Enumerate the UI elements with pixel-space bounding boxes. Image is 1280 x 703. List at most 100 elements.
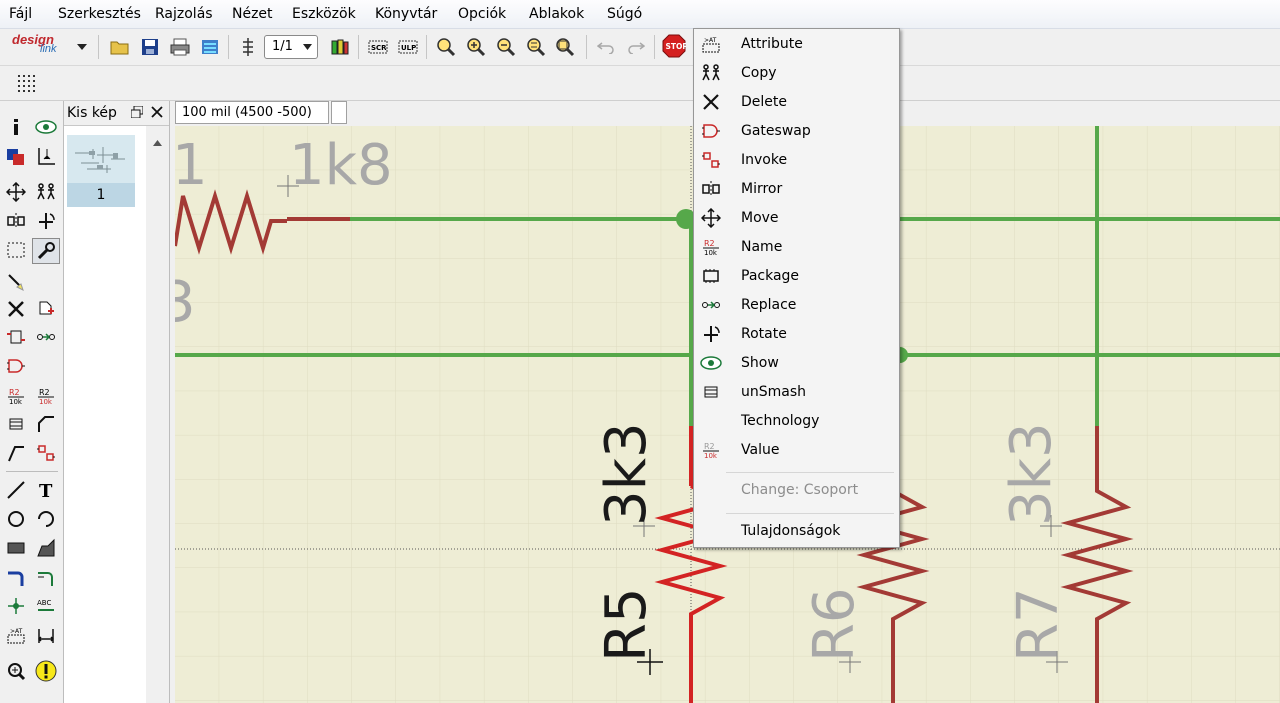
sheet-select[interactable]: 1/1 — [264, 35, 318, 59]
mirror-icon[interactable] — [4, 209, 28, 233]
move-icon[interactable] — [4, 180, 28, 204]
mark-icon[interactable] — [34, 144, 58, 168]
board-switch-icon[interactable] — [236, 35, 260, 59]
gateswap-icon[interactable] — [4, 354, 28, 378]
rect-icon[interactable] — [4, 536, 28, 560]
menu-item-value[interactable]: R2 10k Value — [694, 436, 899, 465]
grid-icon[interactable] — [14, 71, 38, 95]
menu-item-delete[interactable]: Delete — [694, 88, 899, 117]
zoom-fit-icon[interactable] — [434, 35, 458, 59]
replace-icon[interactable] — [34, 325, 58, 349]
zoom-redraw-icon[interactable] — [524, 35, 548, 59]
menu-windows[interactable]: Ablakok — [529, 6, 584, 22]
cam-icon[interactable] — [198, 35, 222, 59]
name-icon[interactable]: R2 10k — [4, 384, 28, 408]
value-icon[interactable]: R2 10k — [34, 384, 58, 408]
menu-draw[interactable]: Rajzolás — [155, 6, 213, 22]
miter-icon[interactable] — [34, 412, 58, 436]
menu-item-replace[interactable]: Replace — [694, 291, 899, 320]
add-icon[interactable] — [34, 297, 58, 321]
value-label-3k3-r5: 3k3 — [594, 422, 659, 526]
menu-item-name[interactable]: R2 10k Name — [694, 233, 899, 262]
pinswap-icon[interactable] — [4, 325, 28, 349]
paste-icon[interactable] — [4, 270, 28, 294]
wire-icon[interactable] — [4, 478, 28, 502]
svg-text:SCR: SCR — [371, 44, 387, 52]
svg-text:10k: 10k — [39, 398, 53, 406]
library-icon[interactable] — [328, 35, 352, 59]
menu-item-unsmash[interactable]: unSmash — [694, 378, 899, 407]
value-icon: R2 10k — [700, 439, 722, 461]
menu-item-move[interactable]: Move — [694, 204, 899, 233]
menu-item-package[interactable]: Package — [694, 262, 899, 291]
menu-bar: Fájl Szerkesztés Rajzolás Nézet Eszközök… — [0, 0, 1280, 29]
script-icon[interactable]: SCR — [366, 35, 390, 59]
menu-item-gateswap[interactable]: Gateswap — [694, 117, 899, 146]
thumbnail-list: 1 — [64, 126, 146, 703]
sheet-thumbnail[interactable]: 1 — [67, 135, 135, 207]
menu-options[interactable]: Opciók — [458, 6, 506, 22]
command-line[interactable] — [331, 101, 347, 124]
menu-edit[interactable]: Szerkesztés — [58, 6, 141, 22]
svg-text:10k: 10k — [9, 398, 23, 406]
ulp-icon[interactable]: ULP — [396, 35, 420, 59]
menu-help[interactable]: Súgó — [607, 6, 642, 22]
menu-item-properties[interactable]: Tulajdonságok — [694, 517, 899, 546]
name-icon: R2 10k — [700, 236, 722, 258]
menu-item-rotate[interactable]: Rotate — [694, 320, 899, 349]
circle-icon[interactable] — [4, 507, 28, 531]
print-icon[interactable] — [168, 35, 192, 59]
zoom-out-icon[interactable] — [494, 35, 518, 59]
smash-icon[interactable] — [4, 412, 28, 436]
menu-item-attribute[interactable]: >AT Attribute — [694, 30, 899, 59]
menu-item-copy[interactable]: Copy — [694, 59, 899, 88]
designlink-logo[interactable]: design link — [12, 33, 70, 61]
menu-item-show[interactable]: Show — [694, 349, 899, 378]
panel-scrollbar[interactable] — [148, 126, 167, 703]
bus-icon[interactable] — [4, 566, 28, 590]
errors-icon[interactable] — [34, 659, 58, 683]
menu-view[interactable]: Nézet — [232, 6, 273, 22]
info-icon[interactable] — [4, 115, 28, 139]
delete-icon[interactable] — [4, 297, 28, 321]
dimension-icon[interactable] — [34, 623, 58, 647]
polygon-icon[interactable] — [34, 536, 58, 560]
change-icon[interactable] — [32, 238, 60, 264]
erc-icon[interactable] — [4, 659, 28, 683]
menu-separator — [726, 472, 894, 473]
menu-item-invoke[interactable]: Invoke — [694, 146, 899, 175]
copy-icon[interactable] — [34, 180, 58, 204]
close-icon[interactable] — [151, 106, 163, 118]
thumbnail-panel: Kis kép 1 — [64, 101, 170, 703]
menu-file[interactable]: Fájl — [9, 6, 32, 22]
net-icon[interactable] — [34, 566, 58, 590]
menu-tools[interactable]: Eszközök — [292, 6, 356, 22]
split-icon[interactable] — [4, 441, 28, 465]
arc-icon[interactable] — [34, 507, 58, 531]
undo-icon[interactable] — [594, 35, 618, 59]
open-icon[interactable] — [108, 35, 132, 59]
menu-item-label: Package — [741, 268, 800, 284]
redo-icon[interactable] — [624, 35, 648, 59]
move-icon — [700, 207, 722, 229]
menu-item-technology[interactable]: Technology — [694, 407, 899, 436]
attribute-icon[interactable]: >AT — [4, 623, 28, 647]
save-icon[interactable] — [138, 35, 162, 59]
menu-item-mirror[interactable]: Mirror — [694, 175, 899, 204]
text-icon[interactable]: T — [34, 478, 58, 502]
menu-item-label: Rotate — [741, 326, 787, 342]
invoke-icon[interactable] — [34, 441, 58, 465]
show-icon[interactable] — [34, 115, 58, 139]
zoom-in-icon[interactable] — [464, 35, 488, 59]
zoom-select-icon[interactable] — [554, 35, 578, 59]
menu-library[interactable]: Könyvtár — [375, 6, 437, 22]
group-icon[interactable] — [4, 238, 28, 262]
logo-dropdown-icon[interactable] — [74, 35, 90, 59]
label-icon[interactable]: ABC — [34, 594, 58, 618]
junction-icon[interactable] — [4, 594, 28, 618]
rotate-icon[interactable] — [34, 209, 58, 233]
stop-icon[interactable]: STOP — [662, 34, 686, 58]
scroll-up-icon — [153, 140, 162, 146]
display-layers-icon[interactable] — [4, 144, 28, 168]
undock-icon[interactable] — [130, 105, 144, 119]
